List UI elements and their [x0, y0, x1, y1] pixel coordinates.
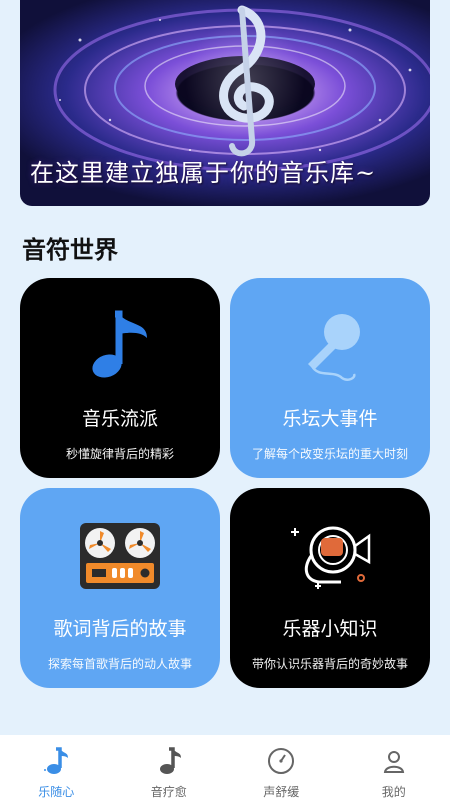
nav-item-music[interactable]: 乐随心 — [0, 735, 113, 800]
nav-label: 乐随心 — [38, 785, 75, 799]
nav-item-profile[interactable]: 我的 — [338, 735, 450, 800]
microphone-icon — [290, 302, 370, 390]
profile-icon — [380, 745, 408, 777]
tape-recorder-icon — [78, 512, 162, 600]
hero-banner[interactable]: 在这里建立独属于你的音乐库~ — [20, 0, 430, 206]
card-subtitle: 了解每个改变乐坛的重大时刻 — [251, 447, 408, 461]
card-instrument-knowledge[interactable]: 乐器小知识 带你认识乐器背后的奇妙故事 — [230, 488, 430, 688]
card-subtitle: 带你认识乐器背后的奇妙故事 — [251, 657, 408, 671]
nav-label: 声舒缓 — [263, 785, 300, 799]
card-title: 歌词背后的故事 — [53, 618, 187, 640]
nav-label: 音疗愈 — [150, 785, 187, 799]
nav-label: 我的 — [381, 785, 406, 799]
card-lyrics-stories[interactable]: 歌词背后的故事 探索每首歌背后的动人故事 — [20, 488, 220, 688]
nav-item-soothing[interactable]: 声舒缓 — [225, 735, 338, 800]
card-music-events[interactable]: 乐坛大事件 了解每个改变乐坛的重大时刻 — [230, 278, 430, 478]
music-note-icon — [155, 745, 183, 777]
nav-item-healing[interactable]: 音疗愈 — [113, 735, 226, 800]
card-title: 音乐流派 — [81, 408, 158, 430]
section-title: 音符世界 — [22, 236, 118, 264]
music-note-icon — [42, 745, 70, 777]
bottom-nav: 乐随心 音疗愈 声舒缓 我的 — [0, 735, 450, 800]
page: 在这里建立独属于你的音乐库~ 音符世界 音乐流派 秒懂旋律背后的精彩 乐坛大事件… — [0, 0, 450, 800]
card-subtitle: 探索每首歌背后的动人故事 — [47, 657, 192, 671]
gauge-icon — [266, 745, 296, 777]
card-title: 乐器小知识 — [282, 618, 378, 640]
banner-caption: 在这里建立独属于你的音乐库~ — [30, 159, 377, 187]
card-title: 乐坛大事件 — [282, 408, 378, 430]
card-subtitle: 秒懂旋律背后的精彩 — [65, 447, 174, 461]
french-horn-icon — [285, 512, 375, 600]
music-note-icon — [85, 302, 155, 390]
card-music-genres[interactable]: 音乐流派 秒懂旋律背后的精彩 — [20, 278, 220, 478]
